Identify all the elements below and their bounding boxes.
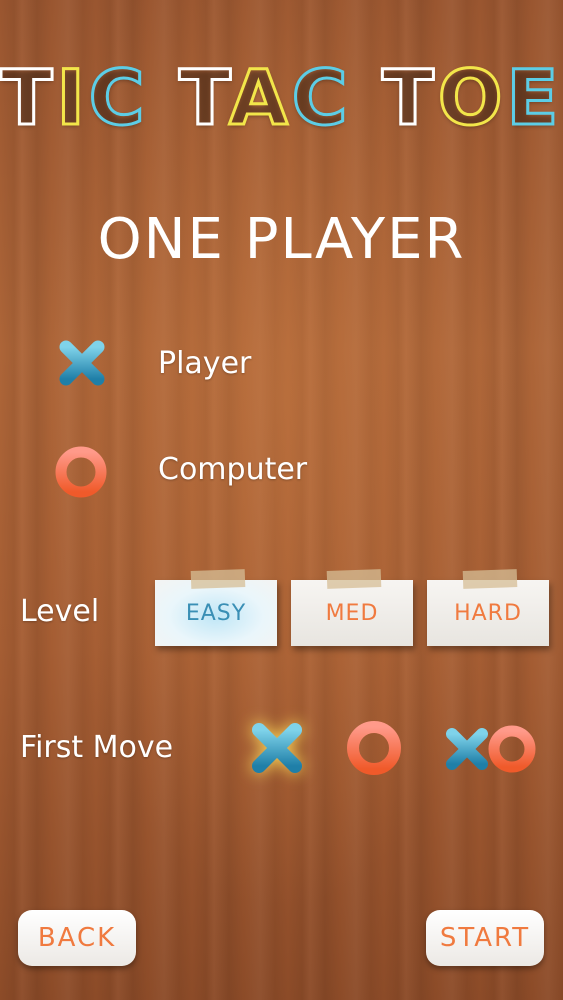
level-easy-button[interactable]: EASY <box>155 569 277 646</box>
level-easy-label: EASY <box>185 600 247 626</box>
back-button-label: BACK <box>37 923 117 953</box>
title-letter: A <box>227 53 292 142</box>
start-button-label: START <box>439 923 531 953</box>
first-move-random-button[interactable] <box>440 716 540 780</box>
mode-title: ONE PLAYER <box>97 207 466 272</box>
level-hard-label: HARD <box>454 600 522 626</box>
x-icon <box>54 335 110 391</box>
tape <box>462 569 518 589</box>
first-move-x-button[interactable] <box>245 716 309 780</box>
title-letter: C <box>290 53 352 142</box>
player-label: Player <box>158 346 252 381</box>
x-icon <box>252 723 302 773</box>
tape <box>326 569 382 589</box>
title-letter <box>352 53 382 142</box>
first-move-o-button[interactable] <box>342 716 406 780</box>
title-letter: O <box>436 53 507 142</box>
title-letter <box>149 53 179 142</box>
level-med-button[interactable]: MED <box>291 569 413 646</box>
title-letter: C <box>87 53 149 142</box>
tape <box>190 569 246 589</box>
back-button[interactable]: BACK <box>18 910 136 966</box>
title-letter: T <box>381 53 438 142</box>
level-med-label: MED <box>325 600 379 626</box>
start-button[interactable]: START <box>426 910 544 966</box>
title-letter: T <box>0 53 57 142</box>
title-letter: T <box>177 53 229 142</box>
level-label: Level <box>20 594 100 629</box>
o-icon <box>52 443 108 499</box>
first-move-label: First Move <box>20 730 174 765</box>
game-title: TIC TAC TOE <box>0 56 563 139</box>
title-letter: I <box>55 53 89 142</box>
o-icon <box>347 721 401 775</box>
level-hard-button[interactable]: HARD <box>427 569 549 646</box>
computer-label: Computer <box>158 452 308 487</box>
xo-icon <box>446 725 536 773</box>
title-letter: E <box>505 53 563 142</box>
